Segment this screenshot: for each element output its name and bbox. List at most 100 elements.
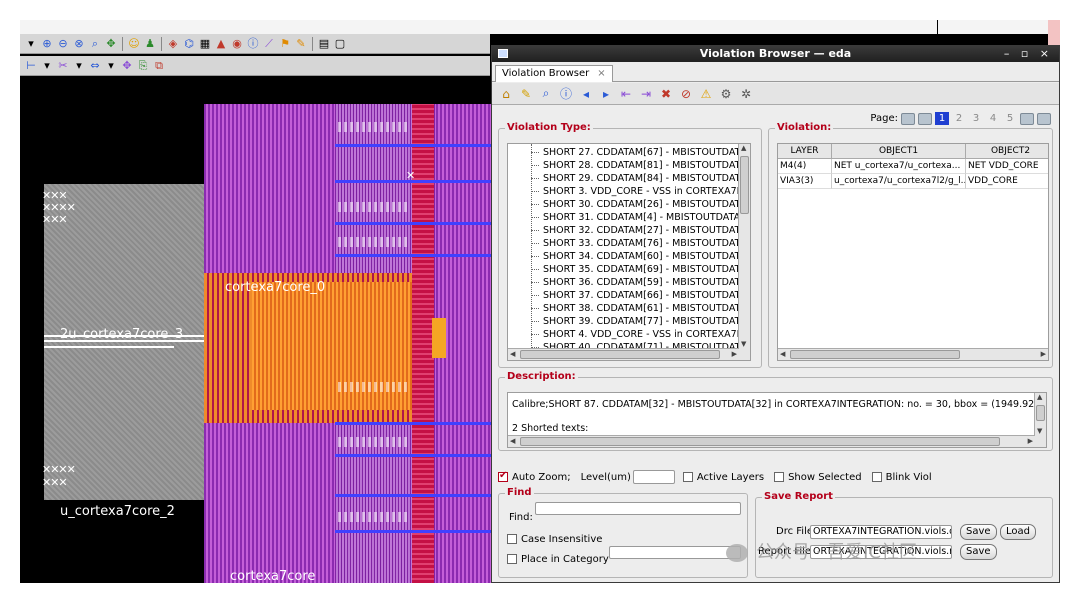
page-3[interactable]: 3 — [969, 112, 983, 125]
place-in-category-checkbox[interactable] — [507, 554, 517, 564]
tree-horizontal-scrollbar[interactable]: ◀ ▶ — [508, 348, 739, 360]
scrollbar-thumb[interactable] — [1036, 405, 1045, 421]
save-drc-button[interactable]: Save — [960, 524, 997, 540]
page-4[interactable]: 4 — [986, 112, 1000, 125]
violation-type-item[interactable]: SHORT 35. CDDATAM[69] - MBISTOUTDATA[69] — [508, 263, 740, 276]
layout-canvas[interactable]: ✕✕✕ ✕✕✕✕ ✕✕✕ ✕ ✕✕✕✕ ✕✕✕ cortexa7core_0 2… — [20, 82, 495, 583]
scroll-up-icon[interactable]: ▲ — [1037, 393, 1042, 401]
violation-type-item[interactable]: SHORT 38. CDDATAM[61] - MBISTOUTDATA[61] — [508, 302, 740, 315]
save-report-button[interactable]: Save — [960, 544, 997, 560]
warning-icon[interactable]: ⚠ — [698, 87, 714, 101]
warning-icon[interactable]: ▲ — [214, 37, 228, 51]
dropdown-icon[interactable]: ▾ — [104, 59, 118, 73]
violation-type-item[interactable]: SHORT 36. CDDATAM[59] - MBISTOUTDATA[59] — [508, 276, 740, 289]
document-icon[interactable]: ▤ — [317, 37, 331, 51]
window-controls[interactable]: – ▫ × — [1004, 46, 1053, 62]
show-selected-option[interactable]: Show Selected — [774, 472, 862, 483]
settings-icon[interactable]: ✲ — [738, 87, 754, 101]
move-icon[interactable]: ✥ — [120, 59, 134, 73]
zoom-icon[interactable]: ⌕ — [538, 86, 554, 101]
layer-icon[interactable]: ◈ — [166, 37, 180, 51]
scroll-down-icon[interactable]: ▼ — [741, 340, 746, 348]
stretch-icon[interactable]: ⇔ — [88, 59, 102, 73]
scroll-right-icon[interactable]: ▶ — [1028, 437, 1033, 445]
auto-zoom-option[interactable]: Auto Zoom; — [498, 470, 571, 483]
scroll-right-icon[interactable]: ▶ — [732, 350, 737, 358]
next-icon[interactable]: ▸ — [598, 87, 614, 101]
prev-page-button[interactable] — [918, 112, 932, 125]
scrollbar-thumb[interactable] — [520, 350, 720, 359]
place-in-category-option[interactable]: Place in Category — [507, 554, 609, 565]
align-icon[interactable]: ⊢ — [24, 59, 38, 73]
violation-type-item[interactable]: SHORT 34. CDDATAM[60] - MBISTOUTDATA[60] — [508, 250, 740, 263]
next-page-button[interactable] — [1020, 112, 1034, 125]
highlight-icon[interactable]: ✎ — [518, 87, 534, 101]
table-cell-layer[interactable]: M4(4) — [778, 159, 832, 174]
copy-icon[interactable]: ⎘ — [136, 59, 150, 73]
filter-icon[interactable]: ⚙ — [718, 87, 734, 101]
level-input[interactable] — [632, 470, 675, 484]
violation-type-item[interactable]: SHORT 4. VDD_CORE - VSS in CORTEXA7INTEG… — [508, 328, 740, 341]
zoom-prev-icon[interactable]: ⌕ — [88, 37, 102, 51]
find-input[interactable] — [535, 502, 741, 515]
active-layers-option[interactable]: Active Layers — [682, 472, 764, 483]
column-header-object1[interactable]: OBJECT1 — [832, 144, 966, 159]
zoom-in-icon[interactable]: ⊕ — [40, 37, 54, 51]
scroll-up-icon[interactable]: ▲ — [741, 144, 746, 152]
window-icon[interactable]: ▢ — [333, 37, 347, 51]
user-icon[interactable]: ♟ — [143, 37, 157, 51]
table-horizontal-scrollbar[interactable]: ◀ ▶ — [778, 348, 1048, 360]
pan-icon[interactable]: ✥ — [104, 37, 118, 51]
active-layers-checkbox[interactable] — [682, 472, 693, 482]
violation-type-item[interactable]: SHORT 30. CDDATAM[26] - MBISTOUTDATA[26] — [508, 198, 740, 211]
description-vertical-scrollbar[interactable]: ▲ ▼ — [1034, 393, 1046, 447]
tab-close-icon[interactable]: × — [597, 68, 605, 79]
case-insensitive-option[interactable]: Case Insensitive — [507, 534, 602, 545]
ruler-icon[interactable]: ⟋ — [262, 37, 276, 51]
smiley-icon[interactable]: ☺ — [127, 37, 141, 51]
scroll-down-icon[interactable]: ▼ — [1037, 427, 1042, 435]
scroll-left-icon[interactable]: ◀ — [780, 350, 785, 358]
violation-type-item[interactable]: SHORT 32. CDDATAM[27] - MBISTOUTDATA[27] — [508, 224, 740, 237]
table-cell-object1[interactable]: NET u_cortexa7/u_cortexa... — [832, 159, 966, 174]
table-cell-object2[interactable]: VDD_CORE — [966, 174, 1048, 189]
cut-icon[interactable]: ✂ — [56, 59, 70, 73]
info-icon[interactable]: ⓘ — [246, 37, 260, 51]
blink-viol-option[interactable]: Blink Viol — [871, 472, 932, 483]
scrollbar-thumb[interactable] — [790, 350, 960, 359]
violation-type-item[interactable]: SHORT 33. CDDATAM[76] - MBISTOUTDATA[76] — [508, 237, 740, 250]
merge-icon[interactable]: ⧉ — [152, 59, 166, 73]
show-selected-checkbox[interactable] — [774, 472, 785, 482]
flag-icon[interactable]: ⚑ — [278, 37, 292, 51]
violation-type-item[interactable]: SHORT 3. VDD_CORE - VSS in CORTEXA7INTEG… — [508, 185, 740, 198]
violation-type-item[interactable]: SHORT 39. CDDATAM[77] - MBISTOUTDATA[77] — [508, 315, 740, 328]
column-header-object2[interactable]: OBJECT2 — [966, 144, 1048, 159]
first-page-button[interactable] — [901, 112, 915, 125]
last-icon[interactable]: ⇥ — [638, 87, 654, 101]
table-cell-object1[interactable]: u_cortexa7/u_cortexa7l2/g_l... — [832, 174, 966, 189]
violation-type-tree[interactable]: SHORT 27. CDDATAM[67] - MBISTOUTDATA[67]… — [507, 143, 751, 361]
description-text-area[interactable]: Calibre;SHORT 87. CDDATAM[32] - MBISTOUT… — [507, 392, 1047, 448]
dropdown-icon[interactable]: ▾ — [72, 59, 86, 73]
violation-type-item[interactable]: SHORT 28. CDDATAM[81] - MBISTOUTDATA[81] — [508, 159, 740, 172]
window-title-bar[interactable]: Violation Browser — eda – ▫ × — [492, 46, 1059, 62]
alert-icon[interactable]: ◉ — [230, 37, 244, 51]
table-cell-layer[interactable]: VIA3(3) — [778, 174, 832, 189]
violation-type-item[interactable]: SHORT 29. CDDATAM[84] - MBISTOUTDATA[84] — [508, 172, 740, 185]
page-5[interactable]: 5 — [1003, 112, 1017, 125]
hierarchy-icon[interactable]: ⌬ — [182, 37, 196, 51]
highlight-icon[interactable]: ✎ — [294, 37, 308, 51]
scroll-left-icon[interactable]: ◀ — [510, 437, 515, 445]
violation-table[interactable]: LAYER OBJECT1 OBJECT2 M4(4) NET u_cortex… — [777, 143, 1049, 361]
violation-type-item[interactable]: SHORT 31. CDDATAM[4] - MBISTOUTDATA[4] i… — [508, 211, 740, 224]
tab-violation-browser[interactable]: Violation Browser × — [495, 65, 613, 82]
category-input[interactable] — [609, 546, 741, 559]
zoom-out-icon[interactable]: ⊖ — [56, 37, 70, 51]
page-1[interactable]: 1 — [935, 112, 949, 125]
blink-viol-checkbox[interactable] — [871, 472, 882, 482]
prev-icon[interactable]: ◂ — [578, 87, 594, 101]
last-page-button[interactable] — [1037, 112, 1051, 125]
zoom-fit-icon[interactable]: ⊗ — [72, 37, 86, 51]
description-horizontal-scrollbar[interactable]: ◀ ▶ — [508, 435, 1035, 447]
stop-icon[interactable]: ⊘ — [678, 87, 694, 101]
